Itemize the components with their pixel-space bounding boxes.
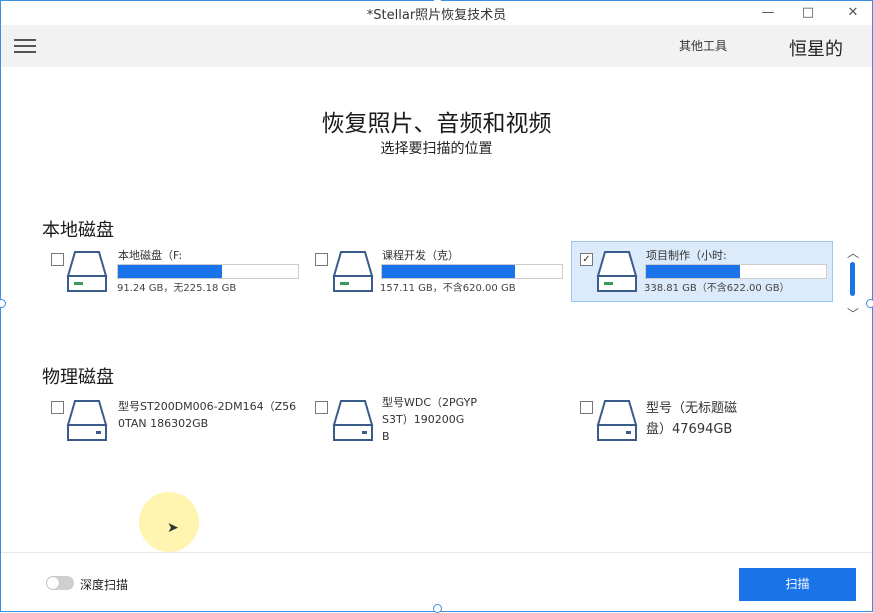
resize-handle-right[interactable] [866, 299, 873, 308]
scrollbar-thumb[interactable] [850, 262, 855, 296]
physical-drive-label: 型号ST200DM006-2DM164（Z56 0TAN 186302GB [118, 400, 297, 430]
drive-usage-bar [117, 264, 299, 279]
scroll-down-icon[interactable]: ﹀ [845, 308, 861, 320]
deep-scan-toggle[interactable] [46, 576, 74, 590]
hard-drive-icon [66, 400, 108, 441]
physical-drive-checkbox-1[interactable] [51, 401, 64, 414]
physical-drive-label: 型号WDC（2PGYP S3T）190200G B [382, 396, 477, 443]
window-title: *Stellar照片恢复技术员 [366, 8, 507, 23]
physical-drive-label: 型号（无标题磁 盘）47694GB [646, 401, 738, 437]
minimize-button[interactable]: — [753, 3, 783, 23]
physical-drive-checkbox-2[interactable] [315, 401, 328, 414]
drive-label: 课程开发（克） [382, 249, 459, 262]
physical-drive-checkbox-3[interactable] [580, 401, 593, 414]
drive-usage-fill [118, 265, 223, 278]
other-tools-menu[interactable]: 其他工具 [679, 37, 727, 54]
drive-label: 本地磁盘（F: [118, 249, 183, 262]
hard-drive-icon [332, 400, 374, 441]
drive-size: 157.11 GB，不含620.00 GB [380, 283, 516, 294]
physical-drives-title: 物理磁盘 [42, 367, 114, 388]
hard-drive-icon [66, 251, 108, 292]
hamburger-menu-icon[interactable] [14, 39, 36, 53]
title-bar: *Stellar照片恢复技术员 — □ ✕ [1, 1, 872, 25]
drive-size: 338.81 GB（不含622.00 GB） [644, 283, 790, 294]
drive-checkbox-1[interactable] [51, 253, 64, 266]
close-button[interactable]: ✕ [838, 3, 868, 23]
mouse-pointer-icon: ➤ [167, 520, 179, 536]
window-frame [0, 0, 873, 612]
toggle-knob [47, 577, 59, 589]
hard-drive-icon [332, 251, 374, 292]
hard-drive-icon [596, 251, 638, 292]
drive-label: 项目制作（小时: [646, 249, 727, 262]
deep-scan-label: 深度扫描 [80, 578, 129, 592]
drive-usage-bar [645, 264, 827, 279]
drive-size: 91.24 GB，无225.18 GB [117, 283, 237, 294]
scan-button[interactable]: 扫描 [739, 568, 856, 601]
maximize-button[interactable]: □ [793, 3, 823, 23]
drive-usage-bar [381, 264, 563, 279]
drive-usage-fill [382, 265, 516, 278]
drive-usage-fill [646, 265, 740, 278]
drive-checkbox-2[interactable] [315, 253, 328, 266]
local-drives-title: 本地磁盘 [42, 220, 114, 241]
drive-checkbox-3[interactable]: ✓ [580, 253, 593, 266]
overlay-watermark-text: 恒星的 [789, 39, 843, 60]
scroll-up-icon[interactable]: ︿ [845, 247, 861, 259]
footer-divider [1, 552, 872, 553]
hard-drive-icon [596, 400, 638, 441]
toolbar: 其他工具 恒星的 [1, 25, 872, 67]
page-subtitle: 选择要扫描的位置 [380, 141, 493, 157]
page-title: 恢复照片、音频和视频 [321, 111, 552, 137]
